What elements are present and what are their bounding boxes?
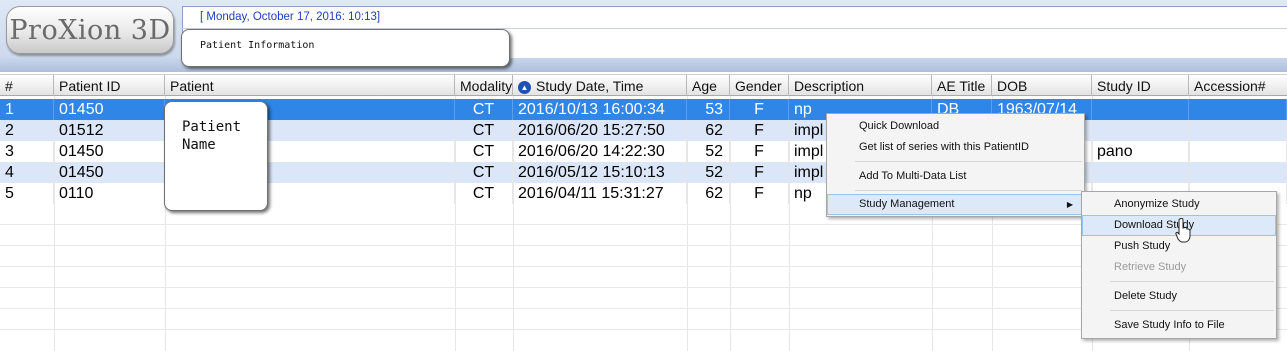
column-header-accession[interactable]: Accession# <box>1189 75 1287 96</box>
cell-number: 3 <box>0 141 54 162</box>
cell-gender: F <box>730 120 789 141</box>
column-header-patient[interactable]: Patient <box>165 75 455 96</box>
cell-number: 1 <box>0 99 54 120</box>
submenu-item-save-study-info[interactable]: Save Study Info to File <box>1082 315 1276 336</box>
patient-name-label-line2: Name <box>182 137 216 153</box>
submenu-item-anonymize-study[interactable]: Anonymize Study <box>1082 194 1276 215</box>
submenu-arrow-icon: ▶ <box>1066 200 1073 209</box>
cell-gender: F <box>730 141 789 162</box>
cell-age: 52 <box>687 162 730 183</box>
column-header-study-date[interactable]: ▲ Study Date, Time <box>513 75 687 96</box>
cell-patient-id: 01512 <box>54 120 165 141</box>
cell-study-id <box>1092 120 1189 141</box>
study-table-header: # Patient ID Patient Modality ▲ Study Dat… <box>0 74 1287 96</box>
column-header-age[interactable]: Age <box>687 75 730 96</box>
patient-information-callout: Patient Information <box>181 29 510 67</box>
column-header-gender[interactable]: Gender <box>730 75 789 96</box>
cell-gender: F <box>730 162 789 183</box>
cell-age: 52 <box>687 141 730 162</box>
cell-gender: F <box>730 183 789 204</box>
cell-patient-id: 01450 <box>54 141 165 162</box>
column-header-modality[interactable]: Modality <box>455 75 513 96</box>
cell-study-date: 2016/04/11 15:31:27 <box>513 183 687 204</box>
cell-patient-id: 01450 <box>54 99 165 120</box>
cell-accession <box>1189 99 1287 120</box>
cell-age: 53 <box>687 99 730 120</box>
cell-modality: CT <box>455 183 513 204</box>
cell-study-date: 2016/06/20 15:27:50 <box>513 120 687 141</box>
column-header-patient-id[interactable]: Patient ID <box>54 75 165 96</box>
menu-separator <box>1110 281 1274 282</box>
column-header-number[interactable]: # <box>0 75 54 96</box>
menu-separator <box>855 161 1082 162</box>
study-management-submenu: Anonymize Study Download Study Push Stud… <box>1081 191 1277 339</box>
cell-age: 62 <box>687 120 730 141</box>
cell-number: 4 <box>0 162 54 183</box>
column-header-ae-title[interactable]: AE Title <box>932 75 992 96</box>
patient-name-label-line1: Patient <box>182 119 242 135</box>
cell-study-date: 2016/10/13 16:00:34 <box>513 99 687 120</box>
proxion-logo: ProXion 3D <box>6 6 174 54</box>
cell-gender: F <box>730 99 789 120</box>
cell-study-id: pano <box>1092 141 1189 162</box>
menu-item-get-series-list[interactable]: Get list of series with this PatientID <box>827 137 1084 158</box>
cell-modality: CT <box>455 120 513 141</box>
cell-accession <box>1189 162 1287 183</box>
cell-modality: CT <box>455 162 513 183</box>
cell-number: 2 <box>0 120 54 141</box>
menu-item-study-management[interactable]: Study Management ▶ <box>827 194 1084 215</box>
cell-modality: CT <box>455 141 513 162</box>
cell-study-id <box>1092 162 1189 183</box>
column-header-study-id[interactable]: Study ID <box>1092 75 1189 96</box>
cell-patient-id: 0110 <box>54 183 165 204</box>
current-datetime: [ Monday, October 17, 2016: 10:13] <box>200 11 381 23</box>
cell-study-date: 2016/05/12 15:10:13 <box>513 162 687 183</box>
menu-item-quick-download[interactable]: Quick Download <box>827 116 1084 137</box>
cell-modality: CT <box>455 99 513 120</box>
cell-accession <box>1189 141 1287 162</box>
cell-study-date: 2016/06/20 14:22:30 <box>513 141 687 162</box>
column-header-description[interactable]: Description <box>789 75 932 96</box>
cell-patient-id: 01450 <box>54 162 165 183</box>
menu-separator <box>855 190 1082 191</box>
submenu-item-retrieve-study: Retrieve Study <box>1114 261 1187 273</box>
cell-accession <box>1189 120 1287 141</box>
cell-study-id <box>1092 99 1189 120</box>
study-context-menu: Quick Download Get list of series with t… <box>826 113 1085 217</box>
menu-item-study-management-label: Study Management <box>859 198 955 210</box>
cell-age: 62 <box>687 183 730 204</box>
patient-information-label: Patient Information <box>200 40 315 51</box>
hand-pointer-cursor-icon <box>1175 218 1191 243</box>
column-header-dob[interactable]: DOB <box>992 75 1092 96</box>
sort-ascending-icon: ▲ <box>518 81 531 94</box>
submenu-item-delete-study[interactable]: Delete Study <box>1082 286 1276 307</box>
cell-number: 5 <box>0 183 54 204</box>
menu-item-add-to-multi-data-list[interactable]: Add To Multi-Data List <box>827 166 1084 187</box>
patient-name-callout: Patient Name <box>164 101 268 211</box>
menu-separator <box>1110 310 1274 311</box>
